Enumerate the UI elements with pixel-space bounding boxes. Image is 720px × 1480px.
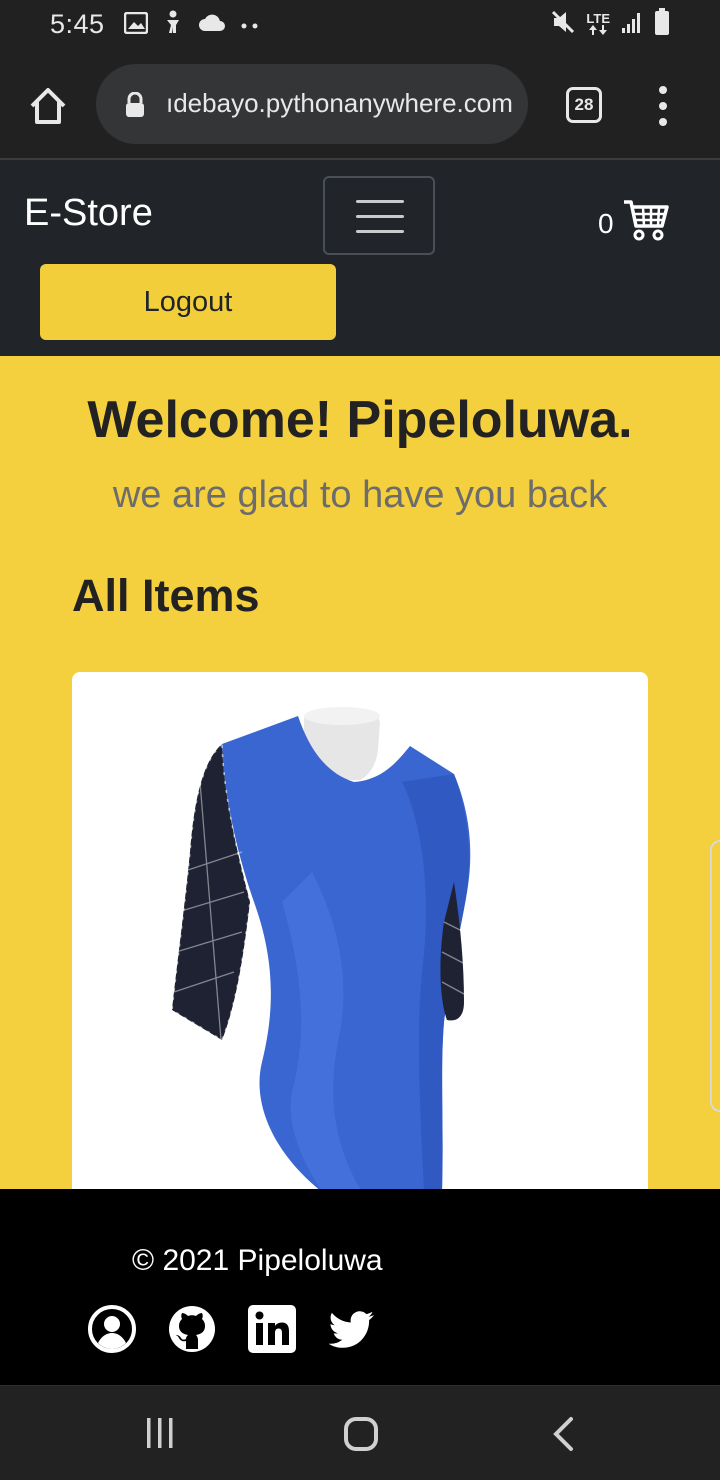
logout-button[interactable]: Logout <box>40 264 336 340</box>
cart-button[interactable]: 0 <box>598 198 670 249</box>
more-notifications-icon <box>240 17 260 35</box>
signal-icon <box>620 10 644 39</box>
mute-icon <box>550 9 576 40</box>
twitter-icon[interactable] <box>328 1305 376 1353</box>
status-system-icons: LTE <box>550 8 670 41</box>
main-content: Welcome! Pipeloluwa. we are glad to have… <box>0 356 720 1189</box>
home-nav-icon[interactable] <box>343 1416 379 1457</box>
product-card[interactable] <box>72 672 648 1189</box>
status-time: 5:45 <box>50 9 105 39</box>
accessibility-icon <box>162 10 184 41</box>
brand-logo[interactable]: E-Store <box>24 192 153 235</box>
network-type-label: LTE <box>586 10 610 26</box>
linkedin-icon[interactable] <box>248 1305 296 1353</box>
social-links <box>88 1305 376 1353</box>
welcome-subtitle: we are glad to have you back <box>112 474 608 516</box>
home-icon[interactable] <box>26 84 70 128</box>
lock-icon <box>124 91 146 123</box>
cart-icon <box>622 198 670 249</box>
welcome-heading: Welcome! Pipeloluwa. <box>87 391 633 449</box>
browser-toolbar: ıdebayo.pythonanywhere.com 28 <box>0 50 720 160</box>
github-icon[interactable] <box>168 1305 216 1353</box>
back-icon[interactable] <box>551 1416 575 1457</box>
status-bar: 5:45 LTE <box>0 0 720 50</box>
address-bar[interactable]: ıdebayo.pythonanywhere.com <box>96 64 528 144</box>
recent-apps-icon[interactable] <box>145 1416 175 1455</box>
status-notification-icons <box>123 10 260 41</box>
user-circle-icon[interactable] <box>88 1305 136 1353</box>
section-title: All Items <box>72 570 260 621</box>
system-navigation-bar <box>0 1385 720 1480</box>
battery-icon <box>654 8 670 41</box>
cart-count: 0 <box>598 207 614 239</box>
image-icon <box>123 11 149 39</box>
url-text: ıdebayo.pythonanywhere.com <box>166 88 513 118</box>
navbar-toggler-button[interactable] <box>323 176 435 255</box>
cloud-icon <box>198 13 226 38</box>
site-navbar: E-Store 0 Logout <box>0 162 720 356</box>
edge-panel-handle[interactable] <box>710 840 720 1112</box>
site-footer: © 2021 Pipeloluwa <box>0 1189 720 1385</box>
product-image[interactable] <box>72 672 648 1189</box>
tab-switcher-button[interactable]: 28 <box>566 87 602 123</box>
menu-icon[interactable] <box>652 84 674 128</box>
lte-icon: LTE <box>586 10 610 37</box>
copyright-text: © 2021 Pipeloluwa <box>132 1244 383 1277</box>
